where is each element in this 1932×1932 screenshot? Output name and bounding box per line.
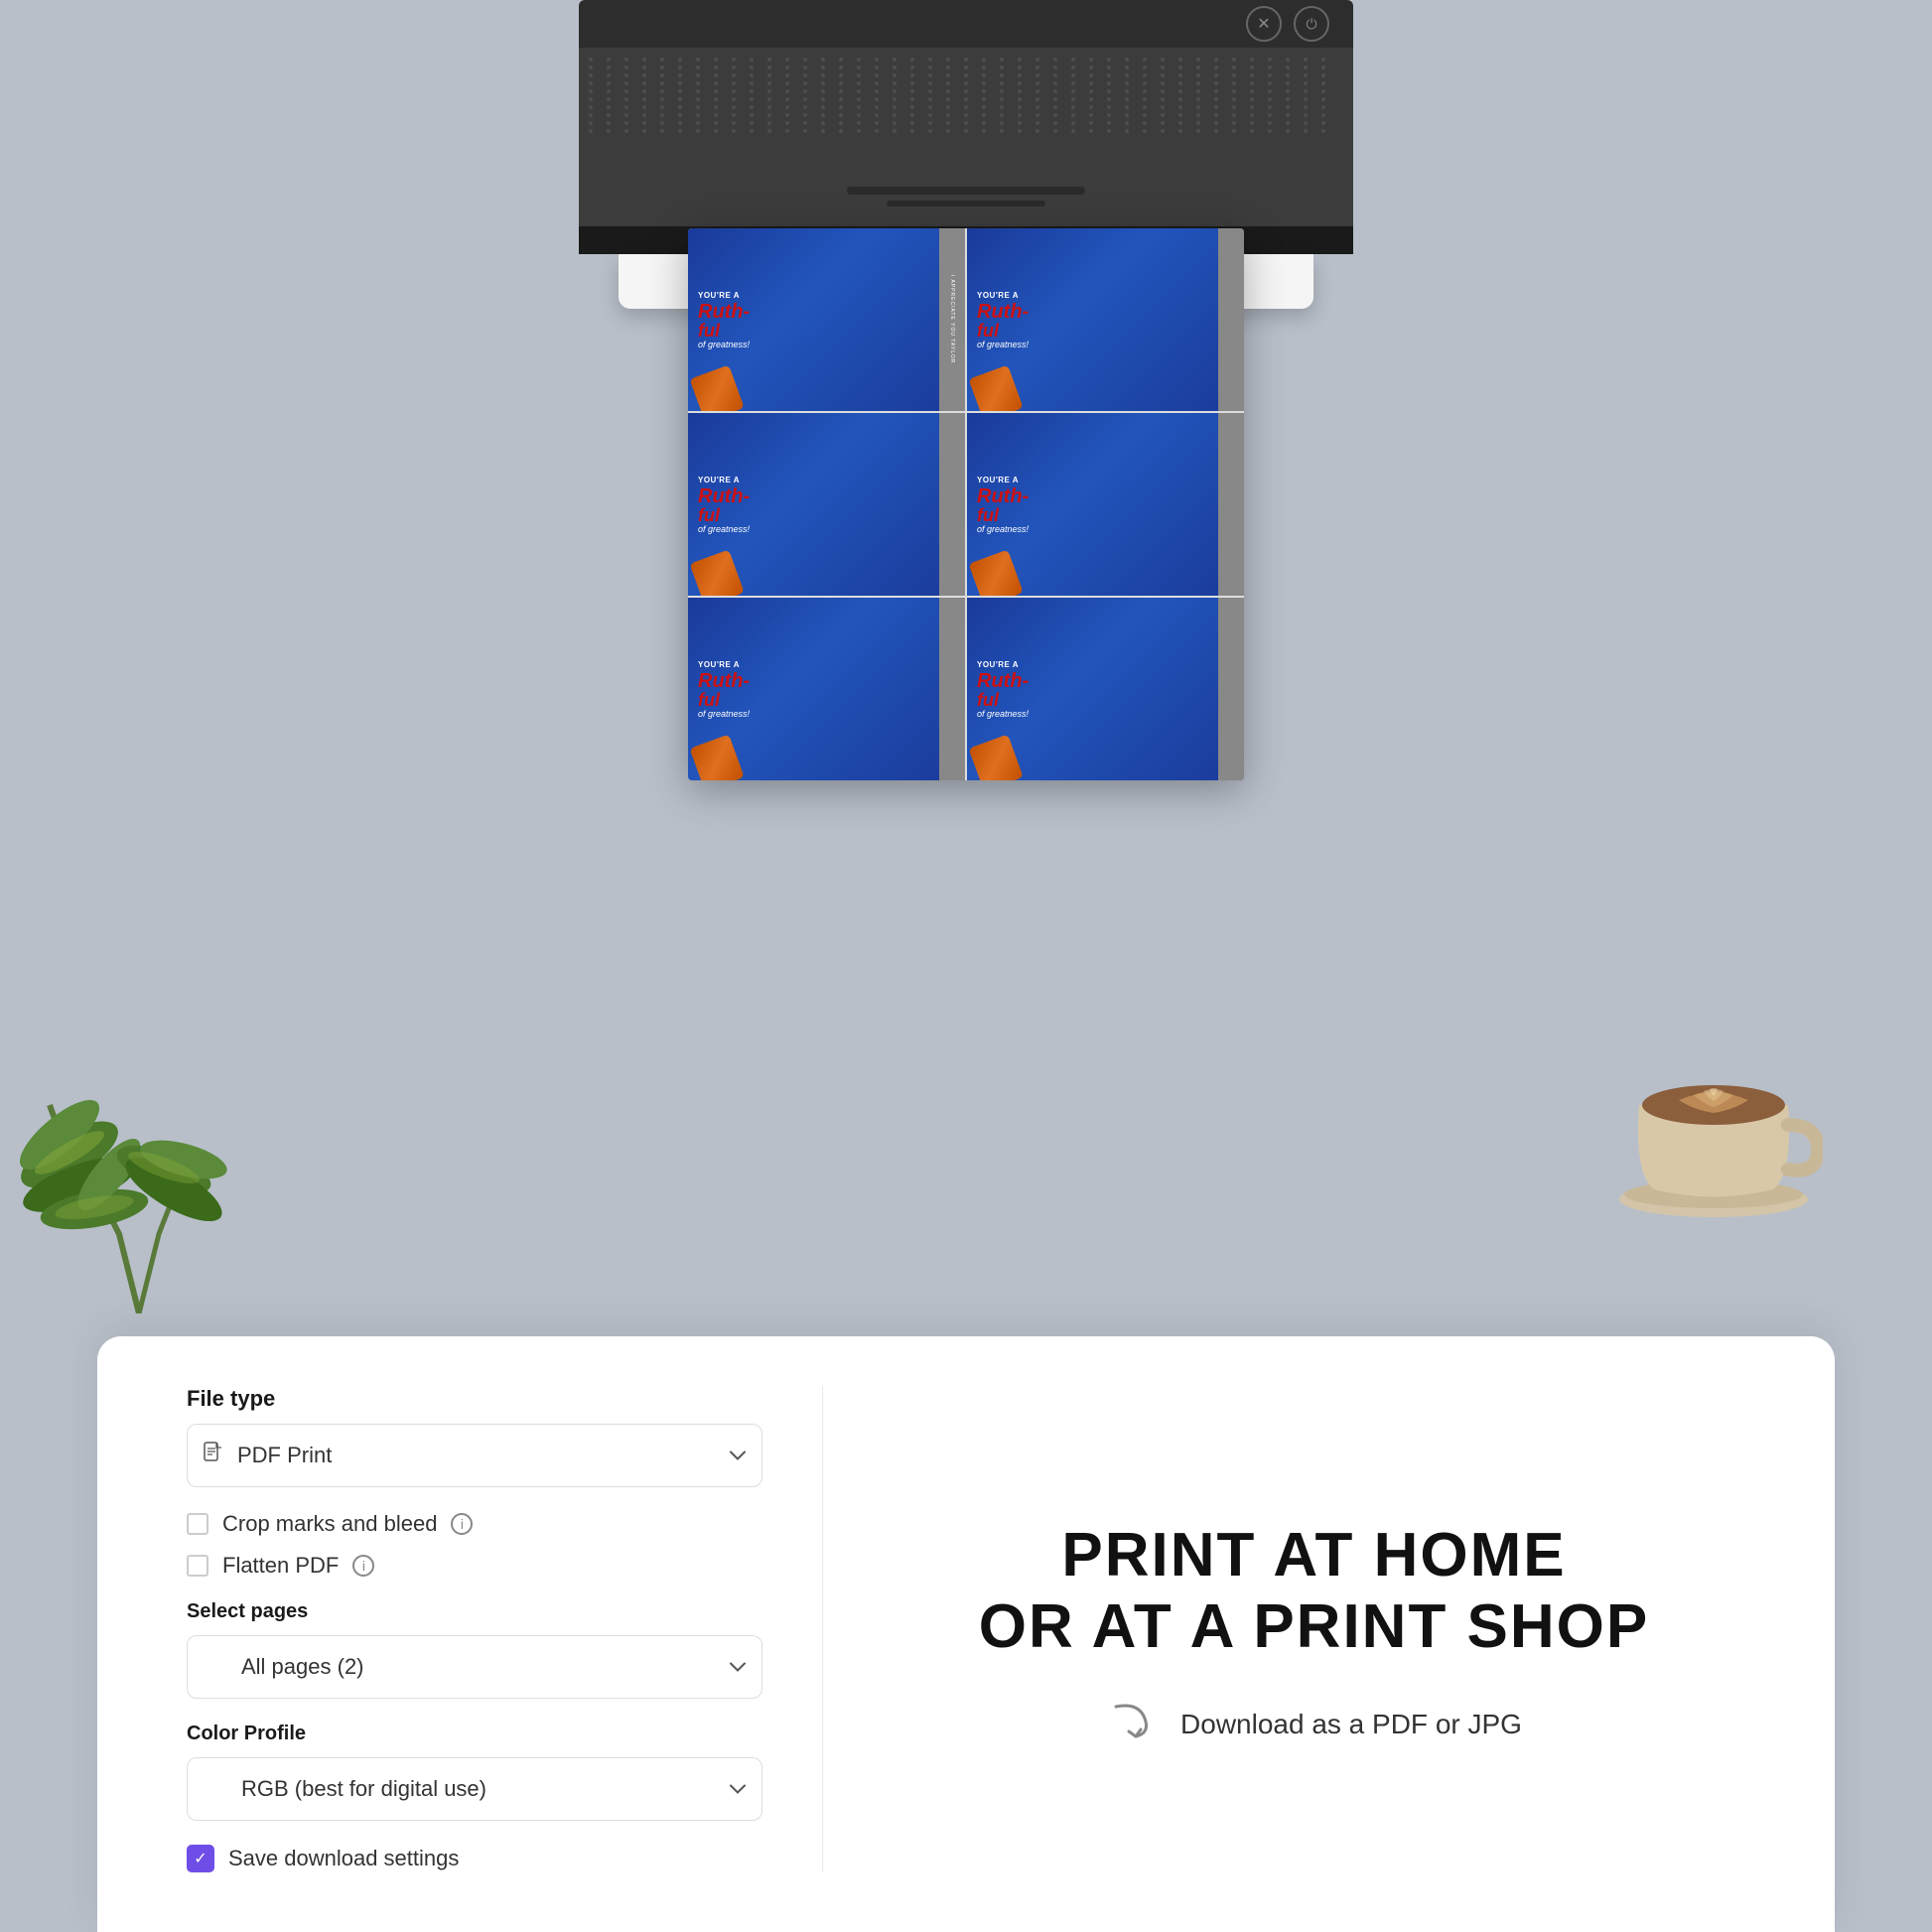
file-type-select-wrapper[interactable]: PDF Print bbox=[187, 1424, 762, 1487]
crop-marks-checkbox[interactable] bbox=[187, 1513, 208, 1535]
flatten-pdf-checkbox[interactable] bbox=[187, 1555, 208, 1577]
select-pages-select[interactable]: All pages (2) bbox=[187, 1635, 762, 1699]
color-profile-value: RGB (best for digital use) bbox=[237, 1776, 486, 1802]
card-youre-a-2: YOU'RE A bbox=[977, 291, 1238, 300]
printer-power-button: ⏻ bbox=[1294, 6, 1329, 42]
file-doc-icon bbox=[204, 1442, 223, 1469]
card-stripe-1: I APPRECIATE YOU TAYLOR bbox=[939, 228, 965, 411]
card-ful-1: ful bbox=[698, 322, 959, 340]
promo-headline-line2: OR AT A PRINT SHOP bbox=[979, 1592, 1650, 1661]
card-youre-a-1: YOU'RE A bbox=[698, 291, 959, 300]
right-promo-section: PRINT AT HOME OR AT A PRINT SHOP Downloa… bbox=[883, 1386, 1745, 1872]
color-profile-chevron-icon bbox=[730, 1779, 746, 1800]
card-ful-4: ful bbox=[977, 506, 1238, 524]
left-form-section: File type PDF Print Crop marks bbox=[187, 1386, 762, 1872]
panel-divider bbox=[822, 1386, 823, 1872]
select-pages-wrapper[interactable]: All pages (2) bbox=[187, 1635, 762, 1699]
save-settings-row: ✓ Save download settings bbox=[187, 1845, 762, 1872]
card-greatness-6: of greatness! bbox=[977, 709, 1238, 719]
crop-marks-info-icon[interactable]: i bbox=[451, 1513, 473, 1535]
candy-bar-4 bbox=[969, 550, 1024, 596]
coffee-cup-decoration bbox=[1604, 1006, 1833, 1234]
card-stripe-5 bbox=[939, 598, 965, 780]
file-type-select[interactable]: PDF Print bbox=[187, 1424, 762, 1487]
card-ful-5: ful bbox=[698, 691, 959, 709]
promo-sub-section: Download as a PDF or JPG bbox=[1106, 1692, 1522, 1758]
card-ruth-5: Ruth- bbox=[698, 671, 959, 691]
candy-bar-6 bbox=[969, 735, 1024, 780]
select-pages-value: All pages (2) bbox=[237, 1654, 364, 1680]
flatten-pdf-label: Flatten PDF bbox=[222, 1553, 339, 1579]
card-3: YOU'RE A Ruth- ful of greatness! bbox=[688, 413, 965, 596]
crop-marks-label: Crop marks and bleed bbox=[222, 1511, 437, 1537]
card-ruth-1: Ruth- bbox=[698, 302, 959, 322]
color-profile-select[interactable]: RGB (best for digital use) bbox=[187, 1757, 762, 1821]
arrow-left-icon bbox=[1106, 1692, 1161, 1758]
card-stripe-3 bbox=[939, 413, 965, 596]
card-greatness-4: of greatness! bbox=[977, 524, 1238, 534]
crop-marks-row: Crop marks and bleed i bbox=[187, 1511, 762, 1537]
file-type-chevron-icon bbox=[730, 1446, 746, 1466]
file-type-label: File type bbox=[187, 1386, 762, 1412]
promo-sub-text: Download as a PDF or JPG bbox=[1180, 1709, 1522, 1740]
paper-sheet: YOU'RE A Ruth- ful of greatness! I APPRE… bbox=[688, 228, 1244, 780]
card-youre-a-4: YOU'RE A bbox=[977, 476, 1238, 484]
card-greatness-2: of greatness! bbox=[977, 340, 1238, 349]
promo-headline: PRINT AT HOME OR AT A PRINT SHOP bbox=[979, 1520, 1650, 1662]
file-type-value: PDF Print bbox=[237, 1443, 332, 1468]
card-ful-6: ful bbox=[977, 691, 1238, 709]
card-stripe-6 bbox=[1218, 598, 1244, 780]
card-stripe-2 bbox=[1218, 228, 1244, 411]
printer-close-button: ✕ bbox=[1246, 6, 1282, 42]
card-text-1: YOU'RE A Ruth- ful of greatness! bbox=[694, 291, 959, 349]
select-pages-chevron-icon bbox=[730, 1657, 746, 1678]
card-youre-a-5: YOU'RE A bbox=[698, 660, 959, 669]
card-greatness-5: of greatness! bbox=[698, 709, 959, 719]
candy-bar-3 bbox=[690, 550, 745, 596]
card-ruth-6: Ruth- bbox=[977, 671, 1238, 691]
card-1: YOU'RE A Ruth- ful of greatness! I APPRE… bbox=[688, 228, 965, 411]
card-ruth-2: Ruth- bbox=[977, 302, 1238, 322]
plant-decoration bbox=[0, 897, 278, 1313]
card-ful-2: ful bbox=[977, 322, 1238, 340]
candy-bar-1 bbox=[690, 365, 745, 411]
card-stripe-4 bbox=[1218, 413, 1244, 596]
card-ruth-3: Ruth- bbox=[698, 486, 959, 506]
bottom-panel: File type PDF Print Crop marks bbox=[97, 1336, 1835, 1932]
card-youre-a-3: YOU'RE A bbox=[698, 476, 959, 484]
flatten-pdf-info-icon[interactable]: i bbox=[352, 1555, 374, 1577]
candy-bar-2 bbox=[969, 365, 1024, 411]
paper-cards-grid: YOU'RE A Ruth- ful of greatness! I APPRE… bbox=[688, 228, 1244, 780]
color-profile-label: Color Profile bbox=[187, 1723, 762, 1745]
card-greatness-3: of greatness! bbox=[698, 524, 959, 534]
candy-bar-5 bbox=[690, 735, 745, 780]
card-ruth-4: Ruth- bbox=[977, 486, 1238, 506]
save-settings-label: Save download settings bbox=[228, 1846, 459, 1871]
card-2: YOU'RE A Ruth- ful of greatness! bbox=[967, 228, 1244, 411]
promo-headline-line1: PRINT AT HOME bbox=[1061, 1521, 1566, 1589]
card-youre-a-6: YOU'RE A bbox=[977, 660, 1238, 669]
card-6: YOU'RE A Ruth- ful of greatness! bbox=[967, 598, 1244, 780]
color-profile-wrapper[interactable]: RGB (best for digital use) bbox=[187, 1757, 762, 1821]
top-section: ✕ ⏻ // Will populate via JS below bbox=[0, 0, 1932, 1313]
select-pages-label: Select pages bbox=[187, 1600, 762, 1623]
card-5: YOU'RE A Ruth- ful of greatness! bbox=[688, 598, 965, 780]
flatten-pdf-row: Flatten PDF i bbox=[187, 1553, 762, 1579]
card-4: YOU'RE A Ruth- ful of greatness! bbox=[967, 413, 1244, 596]
save-settings-checkbox[interactable]: ✓ bbox=[187, 1845, 214, 1872]
card-side-text-1: I APPRECIATE YOU TAYLOR bbox=[949, 275, 955, 364]
card-ful-3: ful bbox=[698, 506, 959, 524]
card-greatness-1: of greatness! bbox=[698, 340, 959, 349]
